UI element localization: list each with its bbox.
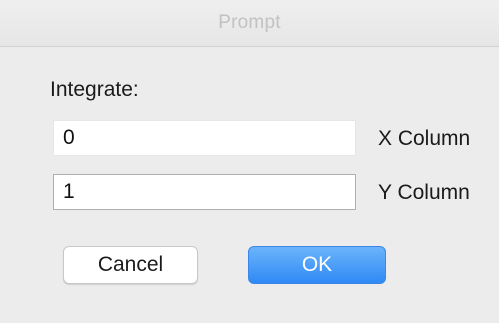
- ok-button-label: OK: [301, 253, 333, 276]
- x-column-input[interactable]: [53, 120, 356, 156]
- y-column-input[interactable]: [53, 174, 356, 210]
- ok-button[interactable]: OK: [248, 246, 386, 284]
- x-column-label: X Column: [378, 127, 471, 150]
- title-bar[interactable]: Prompt: [0, 0, 499, 47]
- prompt-dialog: Prompt Integrate: X Column Y Column Canc…: [0, 0, 499, 323]
- cancel-button[interactable]: Cancel: [63, 246, 198, 284]
- dialog-title: Prompt: [218, 12, 281, 33]
- prompt-label: Integrate:: [50, 78, 139, 101]
- y-column-label: Y Column: [378, 181, 470, 204]
- cancel-button-label: Cancel: [97, 253, 164, 276]
